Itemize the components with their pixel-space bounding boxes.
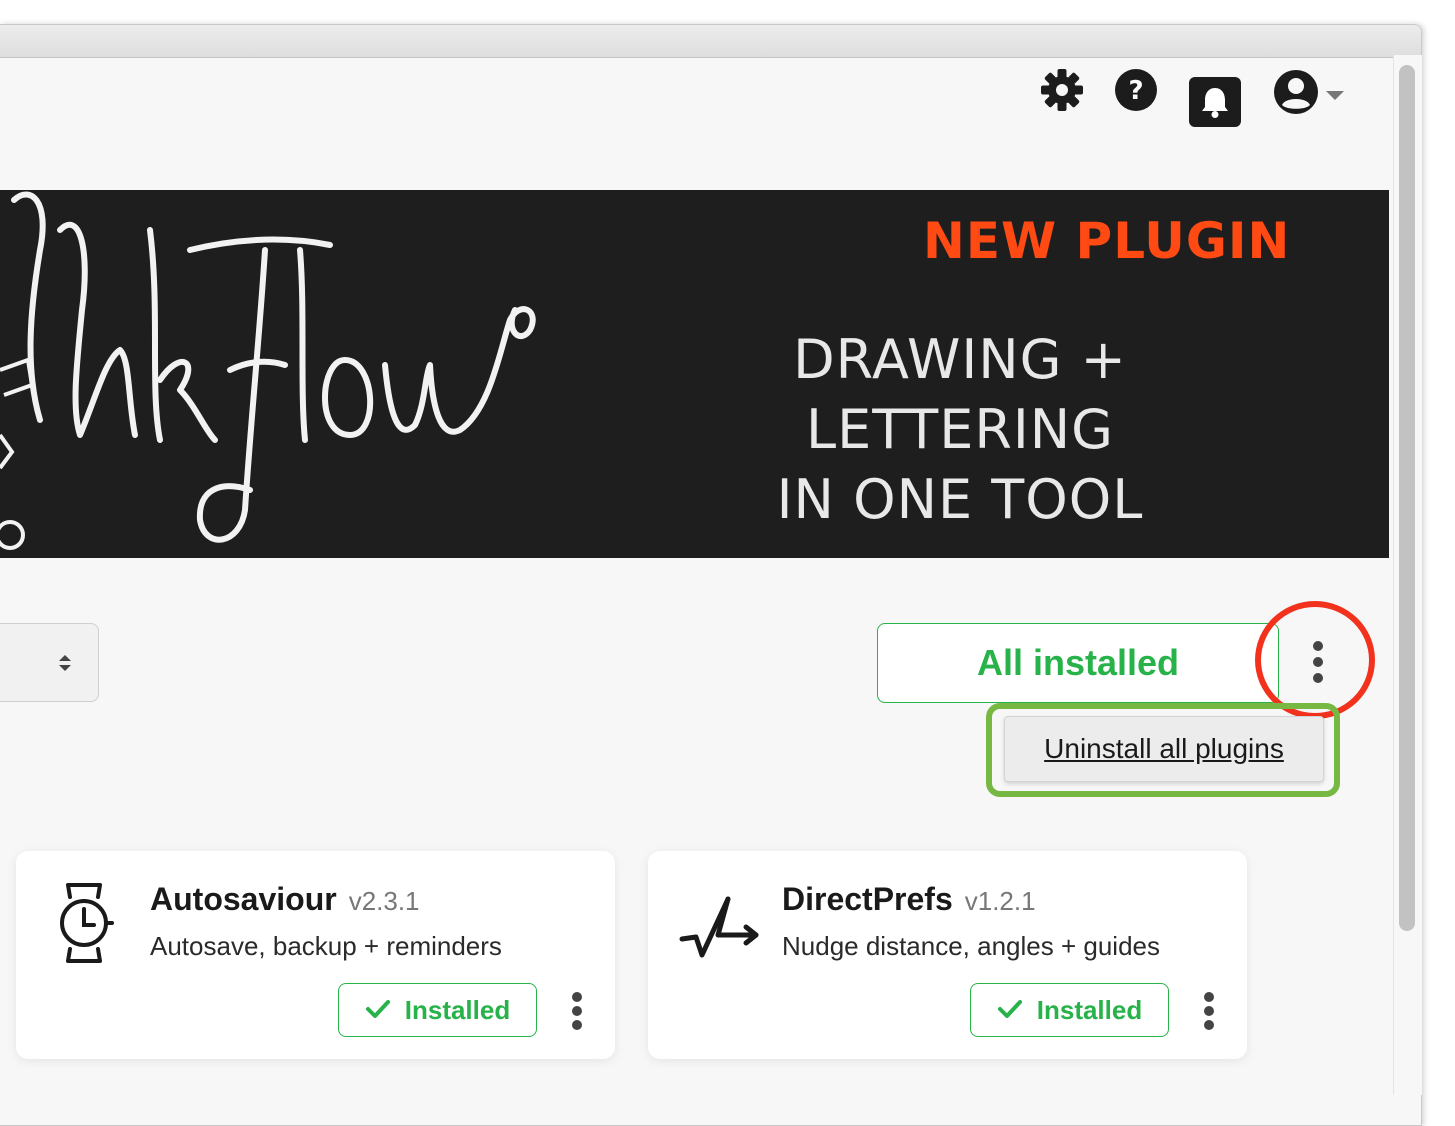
checkmark-icon [997, 995, 1023, 1026]
plugin-name: DirectPrefs v1.2.1 [782, 881, 1036, 918]
installed-label: Installed [1036, 994, 1143, 1025]
tagline-line-2: IN ONE TOOL [776, 468, 1144, 531]
plugin-description: Autosave, backup + reminders [150, 931, 502, 961]
more-options-icon[interactable] [1302, 640, 1334, 689]
scrollbar-thumb[interactable] [1399, 65, 1415, 931]
plugin-card: DirectPrefs v1.2.1 Nudge distance, angles… [648, 851, 1247, 1059]
plugin-name: Autosaviour v2.3.1 [150, 881, 420, 918]
bell-icon[interactable] [1189, 77, 1241, 127]
plugin-options-icon[interactable] [568, 991, 586, 1036]
new-plugin-badge: NEW PLUGIN [923, 212, 1291, 270]
banner-tagline: DRAWING + LETTERING IN ONE TOOL [640, 325, 1280, 535]
plugin-name-text: DirectPrefs [782, 881, 953, 917]
installed-button[interactable]: Installed [970, 983, 1169, 1037]
gear-icon[interactable] [1040, 68, 1084, 112]
chevron-down-icon[interactable] [1324, 88, 1346, 107]
plugin-version: v1.2.1 [964, 886, 1036, 916]
inkflow-logo [0, 191, 536, 550]
svg-text:?: ? [1128, 76, 1143, 106]
user-icon[interactable] [1272, 68, 1320, 116]
window-titlebar [0, 25, 1421, 58]
watch-icon [52, 881, 116, 970]
plugin-name-text: Autosaviour [150, 881, 337, 917]
checkmark-icon [365, 995, 391, 1026]
installed-label: Installed [404, 994, 511, 1025]
tagline-line-1: DRAWING + LETTERING [793, 328, 1127, 461]
checkmark-arrow-icon [678, 891, 762, 966]
plugin-options-icon[interactable] [1200, 991, 1218, 1036]
plugin-version: v2.3.1 [348, 886, 420, 916]
select-arrows-icon [54, 652, 76, 679]
all-installed-button[interactable]: All installed [877, 623, 1279, 703]
help-icon[interactable]: ? [1114, 68, 1158, 112]
plugin-card: Autosaviour v2.3.1 Autosave, backup + rem… [16, 851, 615, 1059]
uninstall-all-menu-item[interactable]: Uninstall all plugins [1004, 716, 1324, 782]
installed-button[interactable]: Installed [338, 983, 537, 1037]
filter-select[interactable] [0, 623, 99, 702]
plugin-description: Nudge distance, angles + guides [782, 931, 1160, 961]
